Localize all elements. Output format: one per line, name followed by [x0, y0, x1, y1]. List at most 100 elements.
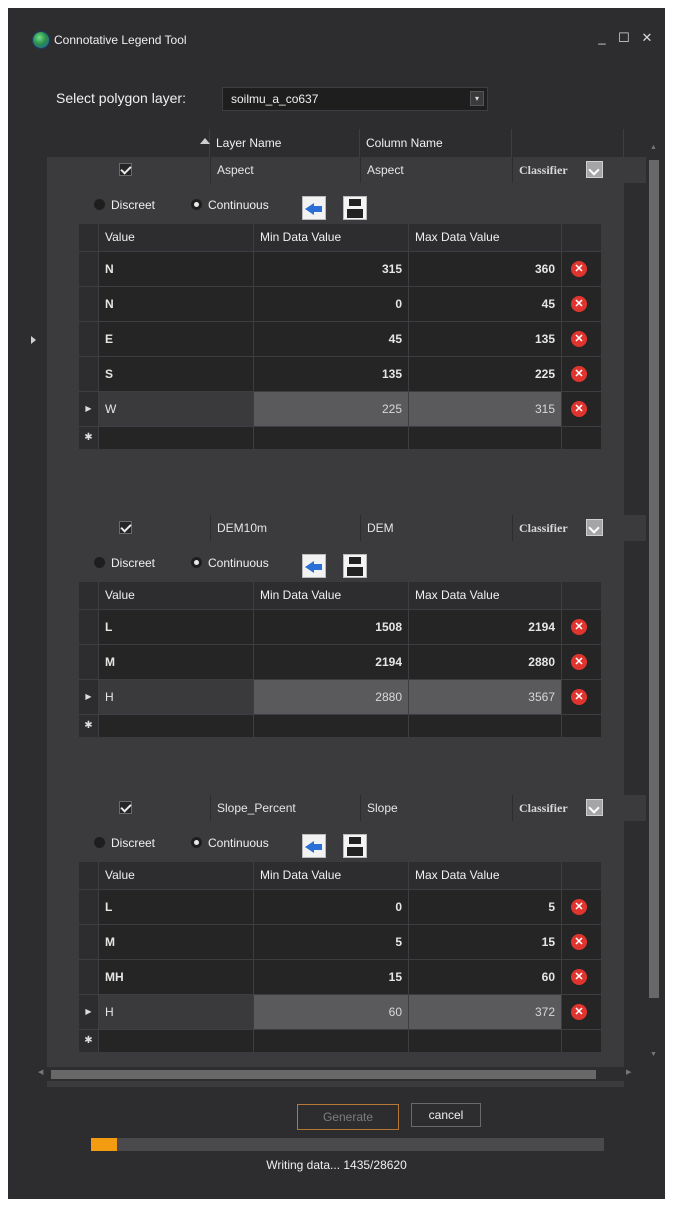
value-cell[interactable]: M	[99, 645, 254, 679]
layer-checkbox[interactable]	[119, 521, 132, 534]
table-row[interactable]: ▶ W 225 315 ✕	[79, 391, 601, 426]
polygon-layer-dropdown[interactable]: soilmu_a_co637 ▾	[222, 87, 488, 111]
value-cell[interactable]: M	[99, 925, 254, 959]
min-value-cell[interactable]: 2194	[254, 645, 409, 679]
column-header-max[interactable]: Max Data Value	[409, 224, 562, 251]
radio-dot-icon[interactable]	[191, 557, 202, 568]
import-icon[interactable]	[302, 554, 326, 578]
max-value-cell[interactable]: 60	[409, 960, 562, 994]
row-header[interactable]	[79, 925, 99, 959]
max-value-cell[interactable]: 315	[409, 392, 562, 426]
grid-header-check[interactable]	[22, 129, 210, 157]
min-value-cell[interactable]: 2880	[254, 680, 409, 714]
row-header[interactable]: ▶	[79, 680, 99, 714]
max-value-cell[interactable]: 360	[409, 252, 562, 286]
table-row[interactable]: M 5 15 ✕	[79, 924, 601, 959]
classifier-cell[interactable]: Classifier	[512, 515, 624, 541]
import-icon[interactable]	[302, 196, 326, 220]
radio-dot-icon[interactable]	[94, 837, 105, 848]
row-header[interactable]: ▶	[79, 392, 99, 426]
new-max-cell[interactable]	[409, 427, 562, 449]
value-cell[interactable]: S	[99, 357, 254, 391]
layer-checkbox[interactable]	[119, 163, 132, 176]
generate-button[interactable]: Generate	[297, 1104, 399, 1130]
max-value-cell[interactable]: 45	[409, 287, 562, 321]
new-value-cell[interactable]	[99, 427, 254, 449]
new-value-cell[interactable]	[99, 1030, 254, 1052]
max-value-cell[interactable]: 2194	[409, 610, 562, 644]
table-row[interactable]: ▶ H 2880 3567 ✕	[79, 679, 601, 714]
delete-icon[interactable]: ✕	[571, 619, 587, 635]
table-row[interactable]: L 0 5 ✕	[79, 889, 601, 924]
table-row[interactable]: M 2194 2880 ✕	[79, 644, 601, 679]
row-header[interactable]	[79, 890, 99, 924]
save-icon[interactable]	[343, 554, 367, 578]
delete-icon[interactable]: ✕	[571, 296, 587, 312]
new-row[interactable]: ✱	[79, 1029, 601, 1052]
radio-dot-icon[interactable]	[94, 199, 105, 210]
value-cell[interactable]: L	[99, 890, 254, 924]
classifier-cell[interactable]: Classifier	[512, 157, 624, 183]
column-header-value[interactable]: Value	[99, 862, 254, 889]
new-max-cell[interactable]	[409, 715, 562, 737]
row-header[interactable]	[79, 252, 99, 286]
vertical-scroll-thumb[interactable]	[649, 160, 659, 998]
new-min-cell[interactable]	[254, 1030, 409, 1052]
table-row[interactable]: MH 15 60 ✕	[79, 959, 601, 994]
delete-icon[interactable]: ✕	[571, 331, 587, 347]
layer-row[interactable]: Aspect Aspect Classifier	[22, 157, 654, 183]
column-header-layer-name[interactable]: Layer Name	[210, 129, 360, 157]
column-header-max[interactable]: Max Data Value	[409, 862, 562, 889]
min-value-cell[interactable]: 135	[254, 357, 409, 391]
radio-dot-icon[interactable]	[94, 557, 105, 568]
max-value-cell[interactable]: 15	[409, 925, 562, 959]
row-selector[interactable]	[22, 795, 47, 821]
row-expander-icon[interactable]	[31, 336, 36, 344]
value-cell[interactable]: H	[99, 680, 254, 714]
new-value-cell[interactable]	[99, 715, 254, 737]
new-max-cell[interactable]	[409, 1030, 562, 1052]
radio-dot-icon[interactable]	[191, 199, 202, 210]
table-row[interactable]: S 135 225 ✕	[79, 356, 601, 391]
table-row[interactable]: L 1508 2194 ✕	[79, 609, 601, 644]
column-header-value[interactable]: Value	[99, 224, 254, 251]
layer-row[interactable]: DEM10m DEM Classifier	[22, 515, 654, 541]
value-cell[interactable]: MH	[99, 960, 254, 994]
table-row[interactable]: N 315 360 ✕	[79, 251, 601, 286]
max-value-cell[interactable]: 225	[409, 357, 562, 391]
row-header[interactable]	[79, 322, 99, 356]
scroll-right-icon[interactable]: ▶	[626, 1068, 631, 1076]
row-selector[interactable]	[22, 515, 47, 541]
row-header[interactable]	[79, 287, 99, 321]
radio-dot-icon[interactable]	[191, 837, 202, 848]
min-value-cell[interactable]: 0	[254, 287, 409, 321]
row-header[interactable]: ▶	[79, 995, 99, 1029]
max-value-cell[interactable]: 5	[409, 890, 562, 924]
row-header[interactable]	[79, 357, 99, 391]
chevron-down-icon[interactable]	[586, 161, 603, 178]
new-min-cell[interactable]	[254, 427, 409, 449]
layer-row[interactable]: Slope_Percent Slope Classifier	[22, 795, 654, 821]
column-header-min[interactable]: Min Data Value	[254, 862, 409, 889]
column-header-value[interactable]: Value	[99, 582, 254, 609]
max-value-cell[interactable]: 3567	[409, 680, 562, 714]
row-header[interactable]	[79, 645, 99, 679]
min-value-cell[interactable]: 225	[254, 392, 409, 426]
table-row[interactable]: N 0 45 ✕	[79, 286, 601, 321]
value-cell[interactable]: L	[99, 610, 254, 644]
scroll-up-icon[interactable]: ▲	[650, 144, 657, 151]
delete-icon[interactable]: ✕	[571, 1004, 587, 1020]
cancel-button[interactable]: cancel	[411, 1103, 481, 1127]
value-cell[interactable]: N	[99, 287, 254, 321]
delete-icon[interactable]: ✕	[571, 654, 587, 670]
save-icon[interactable]	[343, 196, 367, 220]
row-selector[interactable]	[22, 157, 47, 183]
min-value-cell[interactable]: 45	[254, 322, 409, 356]
horizontal-scroll-thumb[interactable]	[51, 1070, 596, 1079]
new-min-cell[interactable]	[254, 715, 409, 737]
value-cell[interactable]: E	[99, 322, 254, 356]
maximize-button[interactable]: ☐	[616, 30, 632, 46]
max-value-cell[interactable]: 2880	[409, 645, 562, 679]
row-header[interactable]	[79, 960, 99, 994]
column-header-min[interactable]: Min Data Value	[254, 582, 409, 609]
